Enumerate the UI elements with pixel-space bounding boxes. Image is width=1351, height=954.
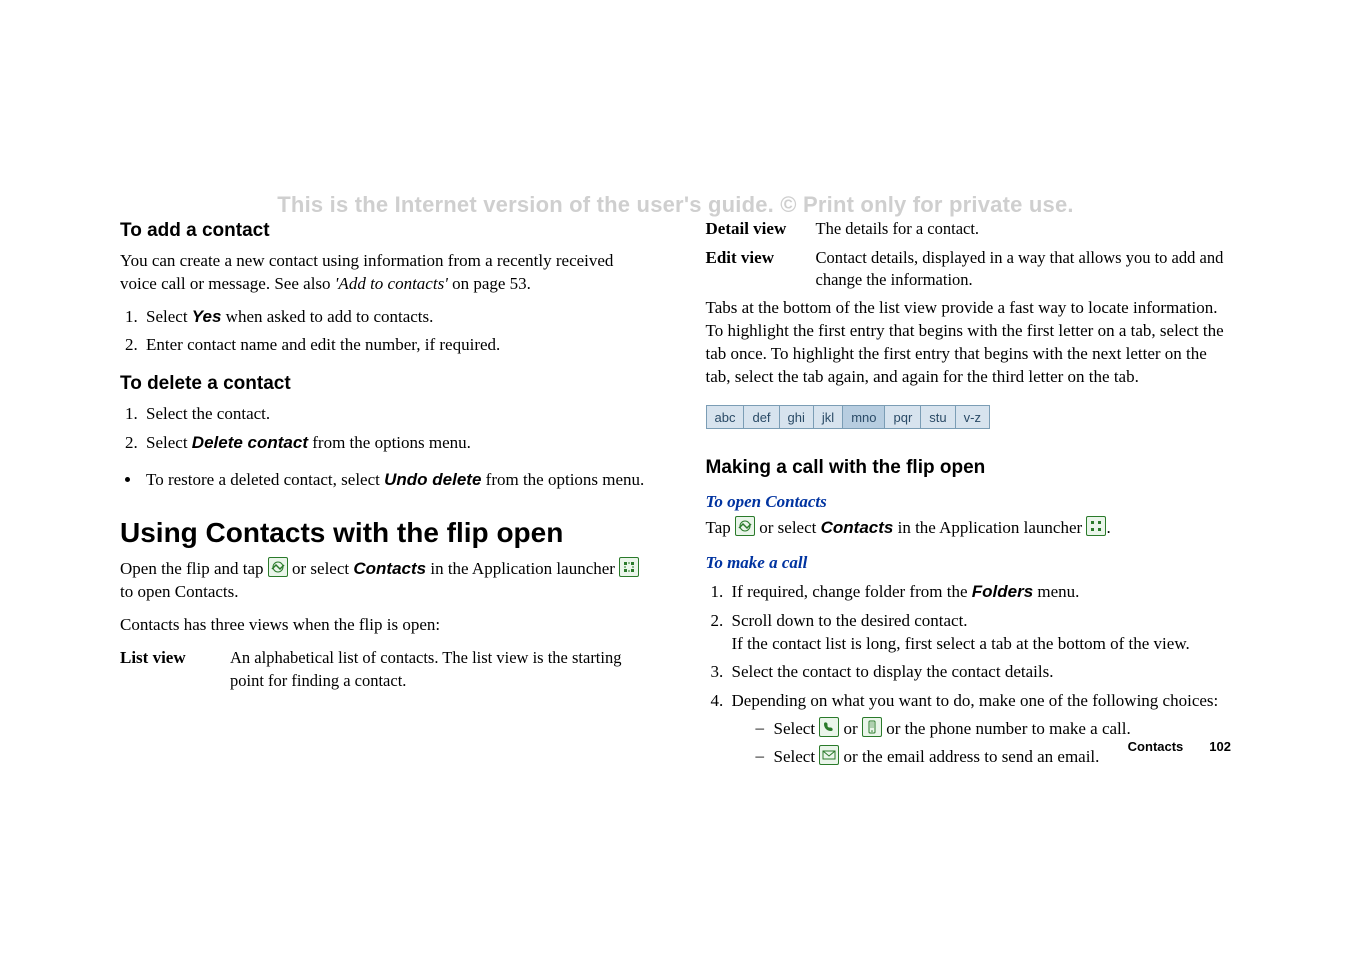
para-tabs-info: Tabs at the bottom of the list view prov… <box>706 297 1232 389</box>
step-add-2: Enter contact name and edit the number, … <box>142 334 646 357</box>
step-add-1: Select Yes when asked to add to contacts… <box>142 306 646 329</box>
alpha-tabs-image: abc def ghi jkl mno pqr stu v-z <box>706 405 990 429</box>
tab-pqr: pqr <box>885 406 921 428</box>
term-detail-view: Detail view <box>706 218 816 241</box>
def-edit-view: Edit view Contact details, displayed in … <box>706 247 1232 292</box>
right-column: Detail view The details for a contact. E… <box>706 218 1232 783</box>
page-content: To add a contact You can create a new co… <box>0 0 1351 783</box>
bullet-undo-item: To restore a deleted contact, select Und… <box>142 469 646 492</box>
dash-call: Select or or the phone number to make a … <box>756 717 1232 741</box>
body-edit-view: Contact details, displayed in a way that… <box>816 247 1232 292</box>
bullet-undo-delete: To restore a deleted contact, select Und… <box>120 469 646 492</box>
footer-page-number: 102 <box>1209 739 1231 754</box>
step-mc-3: Select the contact to display the contac… <box>728 661 1232 684</box>
para-tap-contacts: Tap or select Contacts in the Applicatio… <box>706 516 1232 540</box>
step-mc-4: Depending on what you want to do, make o… <box>728 690 1232 769</box>
term-list-view: List view <box>120 647 230 692</box>
term-edit-view: Edit view <box>706 247 816 292</box>
heading-using-contacts: Using Contacts with the flip open <box>120 516 646 550</box>
steps-add-contact: Select Yes when asked to add to contacts… <box>120 306 646 358</box>
contacts-icon <box>735 516 755 536</box>
app-launcher-icon <box>619 557 639 577</box>
tab-vz: v-z <box>956 406 989 428</box>
heading-delete-contact: To delete a contact <box>120 371 646 397</box>
tab-stu: stu <box>921 406 955 428</box>
def-detail-view: Detail view The details for a contact. <box>706 218 1232 241</box>
heading-add-contact: To add a contact <box>120 218 646 244</box>
step-mc-2: Scroll down to the desired contact. If t… <box>728 610 1232 656</box>
subhead-make-call: To make a call <box>706 552 1232 575</box>
para-open-flip: Open the flip and tap or select Contacts… <box>120 557 646 604</box>
body-detail-view: The details for a contact. <box>816 218 1232 241</box>
watermark-text: This is the Internet version of the user… <box>0 192 1351 218</box>
contacts-icon <box>268 557 288 577</box>
para-three-views: Contacts has three views when the flip i… <box>120 614 646 637</box>
footer-section: Contacts <box>1128 739 1184 754</box>
def-list-view: List view An alphabetical list of contac… <box>120 647 646 692</box>
tab-jkl: jkl <box>814 406 843 428</box>
email-icon <box>819 745 839 765</box>
heading-making-call: Making a call with the flip open <box>706 455 1232 481</box>
left-column: To add a contact You can create a new co… <box>120 218 646 783</box>
tab-abc: abc <box>707 406 745 428</box>
steps-delete-contact: Select the contact. Select Delete contac… <box>120 403 646 455</box>
tab-mno: mno <box>843 406 885 428</box>
subhead-open-contacts: To open Contacts <box>706 491 1232 514</box>
phone-mobile-icon <box>862 717 882 737</box>
app-launcher-icon <box>1086 516 1106 536</box>
link-add-to-contacts[interactable]: 'Add to contacts' <box>335 274 448 293</box>
step-del-2: Select Delete contact from the options m… <box>142 432 646 455</box>
tab-def: def <box>744 406 779 428</box>
step-del-1: Select the contact. <box>142 403 646 426</box>
para-add-contact: You can create a new contact using infor… <box>120 250 646 296</box>
tab-ghi: ghi <box>780 406 814 428</box>
step-mc-1: If required, change folder from the Fold… <box>728 581 1232 604</box>
phone-home-icon <box>819 717 839 737</box>
body-list-view: An alphabetical list of contacts. The li… <box>230 647 646 692</box>
page-footer: Contacts 102 <box>1128 739 1231 754</box>
